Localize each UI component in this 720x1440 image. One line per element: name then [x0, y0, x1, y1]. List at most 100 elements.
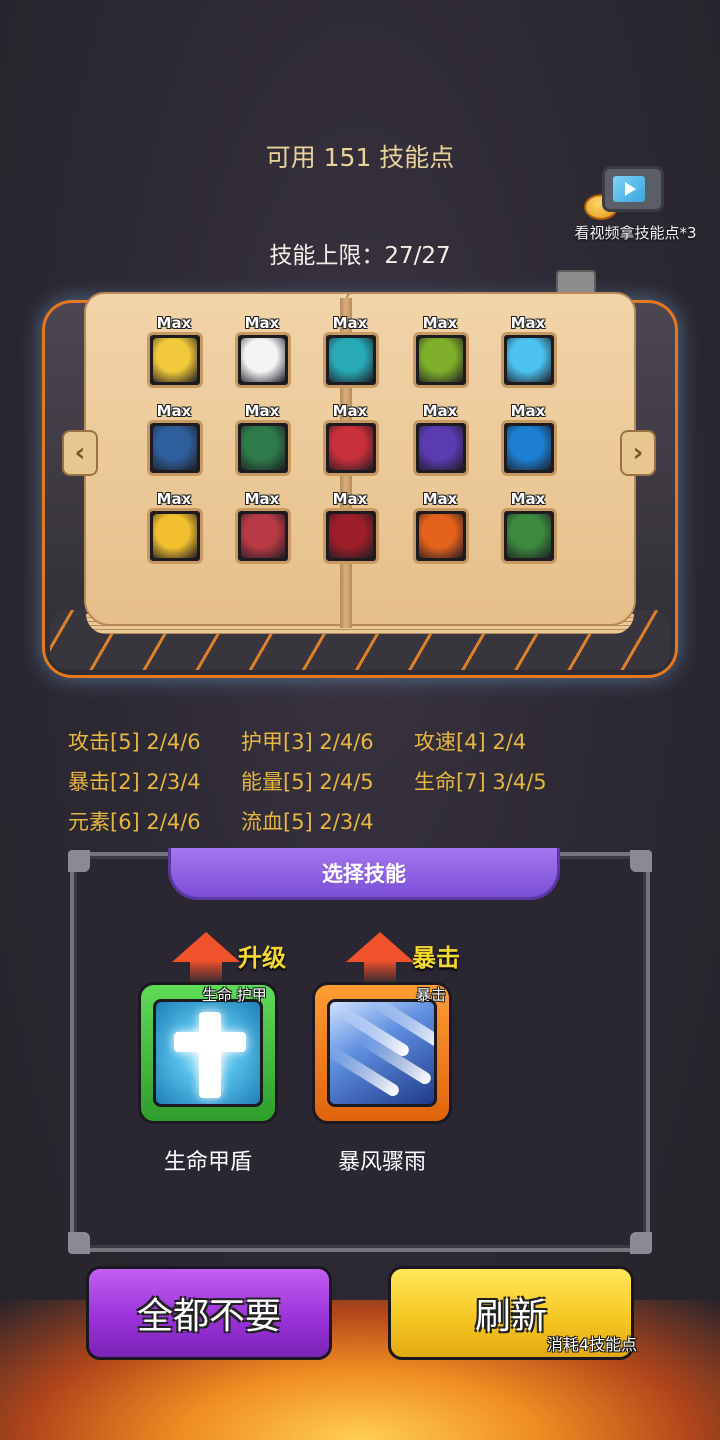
skill-choice-life-armor-shield[interactable]: 升级 生命 护甲 生命甲盾	[138, 924, 288, 1184]
stat-attack-speed: 攻速[4] 2/4	[414, 730, 527, 754]
refresh-button[interactable]: 刷新 消耗4技能点	[388, 1266, 637, 1360]
discard-all-button[interactable]: 全都不要	[86, 1266, 332, 1360]
ghost-figure-icon	[329, 338, 373, 382]
watch-video-reward-button[interactable]: 看视频拿技能点*3	[548, 158, 718, 248]
skill-frame	[501, 420, 557, 476]
skill-frame	[235, 508, 291, 564]
skill-frame	[413, 508, 469, 564]
red-cloak-icon	[329, 514, 373, 558]
max-level-label: Max	[332, 314, 368, 332]
select-skill-banner: 选择技能	[168, 848, 560, 900]
skill-choice-storm[interactable]: 暴击 暴击 暴风骤雨	[312, 924, 462, 1184]
select-skill-title: 选择技能	[322, 861, 406, 886]
skill-tags: 生命 护甲	[202, 986, 267, 1004]
skill-tags: 暴击	[416, 986, 447, 1004]
max-level-label: Max	[244, 314, 280, 332]
skill-slot[interactable]: Max	[498, 490, 558, 568]
skill-slot[interactable]: Max	[232, 490, 292, 568]
skill-slot[interactable]: Max	[144, 402, 204, 480]
stat-attack: 攻击[5] 2/4/6	[68, 730, 201, 754]
skill-frame	[323, 332, 379, 388]
thorn-roots-icon	[241, 426, 285, 470]
max-level-label: Max	[156, 314, 192, 332]
max-level-label: Max	[332, 490, 368, 508]
stat-armor: 护甲[3] 2/4/6	[241, 730, 374, 754]
next-page-arrow[interactable]: ›	[620, 430, 656, 476]
skill-slot[interactable]: Max	[232, 314, 292, 392]
critical-badge: 暴击	[412, 944, 460, 972]
shark-head-icon	[329, 426, 373, 470]
fire-aura-icon	[419, 514, 463, 558]
stat-life: 生命[7] 3/4/5	[414, 770, 547, 794]
skill-frame	[147, 420, 203, 476]
panel-corner	[630, 850, 652, 872]
vortex-icon	[241, 338, 285, 382]
stat-element: 元素[6] 2/4/6	[68, 810, 201, 834]
skill-slot[interactable]: Max	[144, 490, 204, 568]
max-level-label: Max	[510, 490, 546, 508]
max-level-label: Max	[510, 314, 546, 332]
skill-slot[interactable]: Max	[320, 402, 380, 480]
skill-slot[interactable]: Max	[410, 402, 470, 480]
skill-limit: 技能上限：27/27	[269, 243, 451, 269]
panel-corner	[68, 850, 90, 872]
max-level-label: Max	[244, 402, 280, 420]
upgrade-badge: 升级	[238, 944, 286, 972]
poison-swamp-icon	[419, 338, 463, 382]
skill-frame	[235, 420, 291, 476]
max-level-label: Max	[422, 490, 458, 508]
skill-slot[interactable]: Max	[320, 490, 380, 568]
panel-corner	[68, 1232, 90, 1254]
skill-slot[interactable]: Max	[498, 402, 558, 480]
meteor-shower-icon	[327, 999, 437, 1107]
max-level-label: Max	[244, 490, 280, 508]
max-level-label: Max	[156, 490, 192, 508]
skill-name: 暴风骤雨	[337, 1150, 426, 1175]
refresh-cost: 消耗4技能点	[546, 1335, 637, 1354]
dice-icon	[153, 514, 197, 558]
skill-frame	[147, 508, 203, 564]
skill-frame	[147, 332, 203, 388]
max-level-label: Max	[422, 314, 458, 332]
holy-cross-icon	[153, 999, 263, 1107]
prev-page-arrow[interactable]: ‹	[62, 430, 98, 476]
stat-critical: 暴击[2] 2/3/4	[68, 770, 201, 794]
book-page-right	[346, 292, 636, 626]
upgrade-arrow-icon	[172, 932, 240, 962]
upgrade-arrow-icon	[346, 932, 414, 962]
forest-spirit-icon	[507, 514, 551, 558]
select-skill-panel: 选择技能 升级 生命 护甲 生命甲盾 暴击 暴击 暴风骤雨	[68, 848, 652, 1254]
grinning-monster-icon	[241, 514, 285, 558]
max-level-label: Max	[510, 402, 546, 420]
skill-book: ‹ › Max Max Max Max Max Max Max Max Max Max Max Max…	[40, 270, 680, 680]
skill-slot[interactable]: Max	[410, 490, 470, 568]
max-level-label: Max	[332, 402, 368, 420]
stat-energy: 能量[5] 2/4/5	[241, 770, 374, 794]
sleeping-blob-icon	[419, 426, 463, 470]
water-ripple-icon	[507, 426, 551, 470]
play-icon	[625, 182, 636, 196]
max-level-label: Max	[422, 402, 458, 420]
refresh-label: 刷新	[474, 1296, 547, 1337]
max-level-label: Max	[156, 402, 192, 420]
panel-corner	[630, 1232, 652, 1254]
skill-name: 生命甲盾	[163, 1150, 252, 1175]
discard-all-label: 全都不要	[136, 1296, 281, 1337]
tv-icon	[602, 166, 664, 212]
skill-frame	[413, 332, 469, 388]
skill-slot[interactable]: Max	[144, 314, 204, 392]
upgrade-arrow-stem	[190, 960, 222, 982]
arrow-left-icon: ‹	[74, 438, 86, 468]
skill-frame	[501, 332, 557, 388]
skill-frame	[323, 420, 379, 476]
skill-slot[interactable]: Max	[498, 314, 558, 392]
skill-frame	[323, 508, 379, 564]
skill-slot[interactable]: Max	[232, 402, 292, 480]
upgrade-arrow-stem	[364, 960, 396, 982]
skill-slot[interactable]: Max	[410, 314, 470, 392]
skill-slot[interactable]: Max	[320, 314, 380, 392]
skill-frame	[235, 332, 291, 388]
duck-icon	[153, 338, 197, 382]
skill-frame	[501, 508, 557, 564]
skill-frame	[413, 420, 469, 476]
